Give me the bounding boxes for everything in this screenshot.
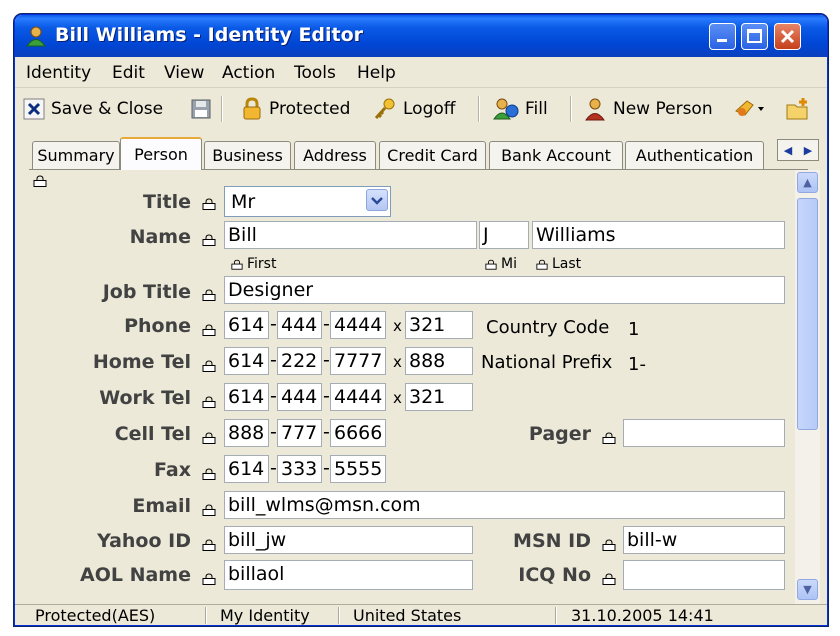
dash-separator: - [270,457,277,479]
fax-prefix-field[interactable]: 333 [277,455,322,483]
lock-icon [536,259,548,270]
fax-area-field[interactable]: 614 [224,455,269,483]
extension-separator: x [393,389,402,407]
email-field[interactable]: bill_wlms@msn.com [224,491,785,519]
first-name-field[interactable]: Bill [224,221,477,249]
lock-icon [202,324,216,336]
aol-name-label: AOL Name [80,564,191,586]
first-caption: First [247,256,277,272]
country-code-label: Country Code [486,317,610,338]
title-label: Title [143,191,191,213]
pager-label: Pager [528,423,591,445]
phone-label: Phone [124,315,191,337]
phone-ext-field[interactable]: 321 [405,311,473,339]
national-prefix-label: National Prefix [481,352,613,373]
extension-separator: x [393,317,402,335]
dash-separator: - [270,349,277,371]
last-caption: Last [552,256,582,272]
extension-separator: x [393,353,402,371]
lock-icon [202,573,216,585]
name-label: Name [129,226,191,248]
lock-icon [485,259,497,270]
chevron-down-icon[interactable] [366,189,388,211]
yahoo-id-field[interactable]: bill_jw [224,526,473,554]
home-area-field[interactable]: 614 [224,347,269,375]
icq-no-field[interactable] [623,560,785,590]
mi-caption: Mi [501,256,517,272]
cell-line-field[interactable]: 6666 [330,419,386,447]
home-ext-field[interactable]: 888 [405,347,473,375]
fax-line-field[interactable]: 5555 [330,455,386,483]
work-area-field[interactable]: 614 [224,383,269,411]
phone-area-field[interactable]: 614 [224,311,269,339]
dash-separator: - [323,421,330,443]
national-prefix-value: 1- [628,354,646,375]
last-name-field[interactable]: Williams [532,221,785,249]
fax-label: Fax [154,459,191,481]
job-title-label: Job Title [102,281,191,303]
middle-initial-field[interactable]: J [479,221,529,249]
dash-separator: - [270,385,277,407]
cell-prefix-field[interactable]: 777 [277,419,322,447]
lock-icon [202,289,216,301]
lock-icon [231,259,243,270]
aol-name-field[interactable]: billaol [224,560,473,590]
lock-icon [202,432,216,444]
lock-icon [202,504,216,516]
dash-separator: - [323,385,330,407]
title-select-value: Mr [231,191,256,213]
lock-icon [202,360,216,372]
dash-separator: - [270,313,277,335]
cell-tel-label: Cell Tel [114,423,191,445]
title-select[interactable]: Mr [224,186,391,217]
dash-separator: - [323,349,330,371]
pager-field[interactable] [623,419,785,447]
lock-icon [202,198,216,210]
dash-separator: - [270,421,277,443]
lock-icon [202,468,216,480]
cell-area-field[interactable]: 888 [224,419,269,447]
yahoo-id-label: Yahoo ID [97,530,191,552]
dash-separator: - [323,457,330,479]
work-line-field[interactable]: 4444 [330,383,386,411]
email-label: Email [132,495,191,517]
home-line-field[interactable]: 7777 [330,347,386,375]
msn-id-label: MSN ID [513,530,591,552]
lock-icon [202,234,216,246]
icq-no-label: ICQ No [518,564,591,586]
country-code-value: 1 [628,319,640,340]
dash-separator: - [323,313,330,335]
job-title-field[interactable]: Designer [224,276,785,304]
identity-editor-window: Bill Williams - Identity Editor Identity… [14,14,828,626]
home-tel-label: Home Tel [92,351,191,373]
work-prefix-field[interactable]: 444 [277,383,322,411]
msn-id-field[interactable]: bill-w [623,526,785,554]
lock-icon [202,539,216,551]
lock-icon [202,396,216,408]
lock-icon [602,432,616,444]
lock-icon [602,573,616,585]
form-layer: Title Mr Name Bill J Williams First Mi L… [15,15,827,625]
home-prefix-field[interactable]: 222 [277,347,322,375]
lock-icon [33,175,47,187]
lock-icon [602,539,616,551]
phone-prefix-field[interactable]: 444 [277,311,322,339]
work-tel-label: Work Tel [99,387,191,409]
tab-person[interactable]: Person [120,137,202,170]
work-ext-field[interactable]: 321 [405,383,473,411]
phone-line-field[interactable]: 4444 [330,311,386,339]
